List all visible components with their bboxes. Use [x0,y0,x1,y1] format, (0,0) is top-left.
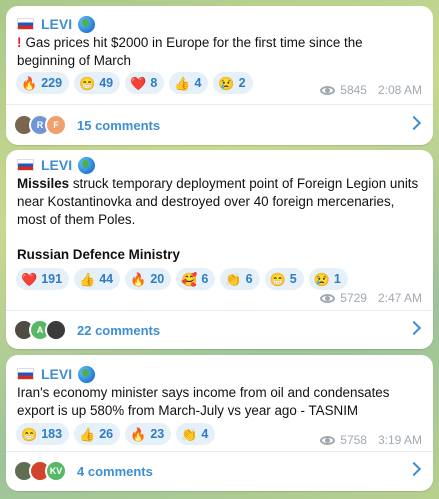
chevron-right-icon [406,320,422,336]
reaction-grin[interactable]: 😁 183 [16,423,70,445]
post-author[interactable]: LEVI [17,365,96,383]
reactions-bar: 🔥 229 😁 49 ❤️ 8 👍 4 😢 2 [16,72,253,94]
reaction-heart[interactable]: ❤️ 191 [16,268,70,290]
reaction-thumbs-up[interactable]: 👍 26 [74,423,121,445]
exclamation-icon: ! [17,35,22,50]
fire-icon: 🔥 [130,426,147,442]
russia-flag-icon [17,18,34,30]
reaction-fire[interactable]: 🔥 229 [16,72,70,94]
avatar [45,319,67,341]
comments-label: 4 comments [77,463,153,479]
reaction-clap[interactable]: 👏 4 [176,423,216,445]
globe-icon [78,15,96,33]
grin-icon: 😁 [21,426,38,442]
reaction-fire[interactable]: 🔥 20 [125,268,172,290]
channel-post: LEVI ! Gas prices hit $2000 in Europe for… [6,6,433,145]
chevron-right-icon [406,461,422,477]
eye-icon [320,293,336,303]
reaction-grin[interactable]: 😁 5 [264,268,304,290]
reactions-bar: 😁 183 👍 26 🔥 23 👏 4 [16,423,216,445]
post-text: Missiles struck temporary deployment poi… [17,176,419,227]
fire-icon: 🔥 [21,75,38,91]
avatar: KV [45,460,67,482]
reaction-cry[interactable]: 😢 2 [213,72,253,94]
fire-icon: 🔥 [130,271,147,287]
post-author[interactable]: LEVI [17,156,96,174]
heart-icon: ❤️ [21,271,38,287]
author-name: LEVI [41,157,73,173]
post-time: 2:47 AM [377,291,422,305]
post-source: Russian Defence Ministry [17,247,180,262]
post-meta: 5729 2:47 AM [320,290,422,306]
post-meta: 5758 3:19 AM [320,432,422,448]
grin-icon: 😁 [269,271,286,287]
view-count: 5845 [340,83,367,97]
reaction-cry[interactable]: 😢 1 [308,268,348,290]
post-time: 3:19 AM [377,433,422,447]
comments-button[interactable]: KV 4 comments [6,451,433,491]
russia-flag-icon [17,159,34,171]
reaction-thumbs-up[interactable]: 👍 44 [74,268,121,290]
channel-post: LEVI Missiles struck temporary deploymen… [6,150,433,349]
post-author[interactable]: LEVI [17,15,96,33]
comments-button[interactable]: A 22 comments [6,310,433,349]
globe-icon [78,365,96,383]
author-name: LEVI [41,16,73,32]
reaction-heart[interactable]: ❤️ 8 [125,72,165,94]
post-text: ! Gas prices hit $2000 in Europe for the … [17,35,363,68]
comments-label: 22 comments [77,322,161,338]
comments-label: 15 comments [77,117,161,133]
heart-icon: ❤️ [130,75,147,91]
chevron-right-icon [406,115,422,131]
commenter-avatars: A [13,319,67,341]
comments-button[interactable]: R F 15 comments [6,105,433,145]
reaction-clap[interactable]: 👏 6 [220,268,260,290]
thumbs-up-icon: 👍 [174,75,191,91]
commenter-avatars: KV [13,460,67,482]
thumbs-up-icon: 👍 [79,271,96,287]
cry-icon: 😢 [218,75,235,91]
clap-icon: 👏 [181,426,198,442]
cry-icon: 😢 [313,271,330,287]
view-count: 5758 [340,433,367,447]
reaction-grin[interactable]: 😁 49 [74,72,121,94]
channel-post: LEVI Iran's economy minister says income… [6,355,433,491]
reaction-fire[interactable]: 🔥 23 [125,423,172,445]
eye-icon [320,435,336,445]
post-text: Iran's economy minister says income from… [17,385,390,418]
smiling-hearts-icon: 🥰 [181,271,198,287]
commenter-avatars: R F [13,114,67,136]
reactions-bar: ❤️ 191 👍 44 🔥 20 🥰 6 👏 6 😁 5 😢 1 [16,268,348,290]
eye-icon [320,85,336,95]
globe-icon [78,156,96,174]
view-count: 5729 [340,291,367,305]
post-meta: 5845 2:08 AM [320,82,422,98]
clap-icon: 👏 [225,271,242,287]
russia-flag-icon [17,368,34,380]
reaction-thumbs-up[interactable]: 👍 4 [169,72,209,94]
thumbs-up-icon: 👍 [79,426,96,442]
post-time: 2:08 AM [377,83,422,97]
author-name: LEVI [41,366,73,382]
avatar: F [45,114,67,136]
reaction-heart-eyes[interactable]: 🥰 6 [176,268,216,290]
grin-icon: 😁 [79,75,96,91]
